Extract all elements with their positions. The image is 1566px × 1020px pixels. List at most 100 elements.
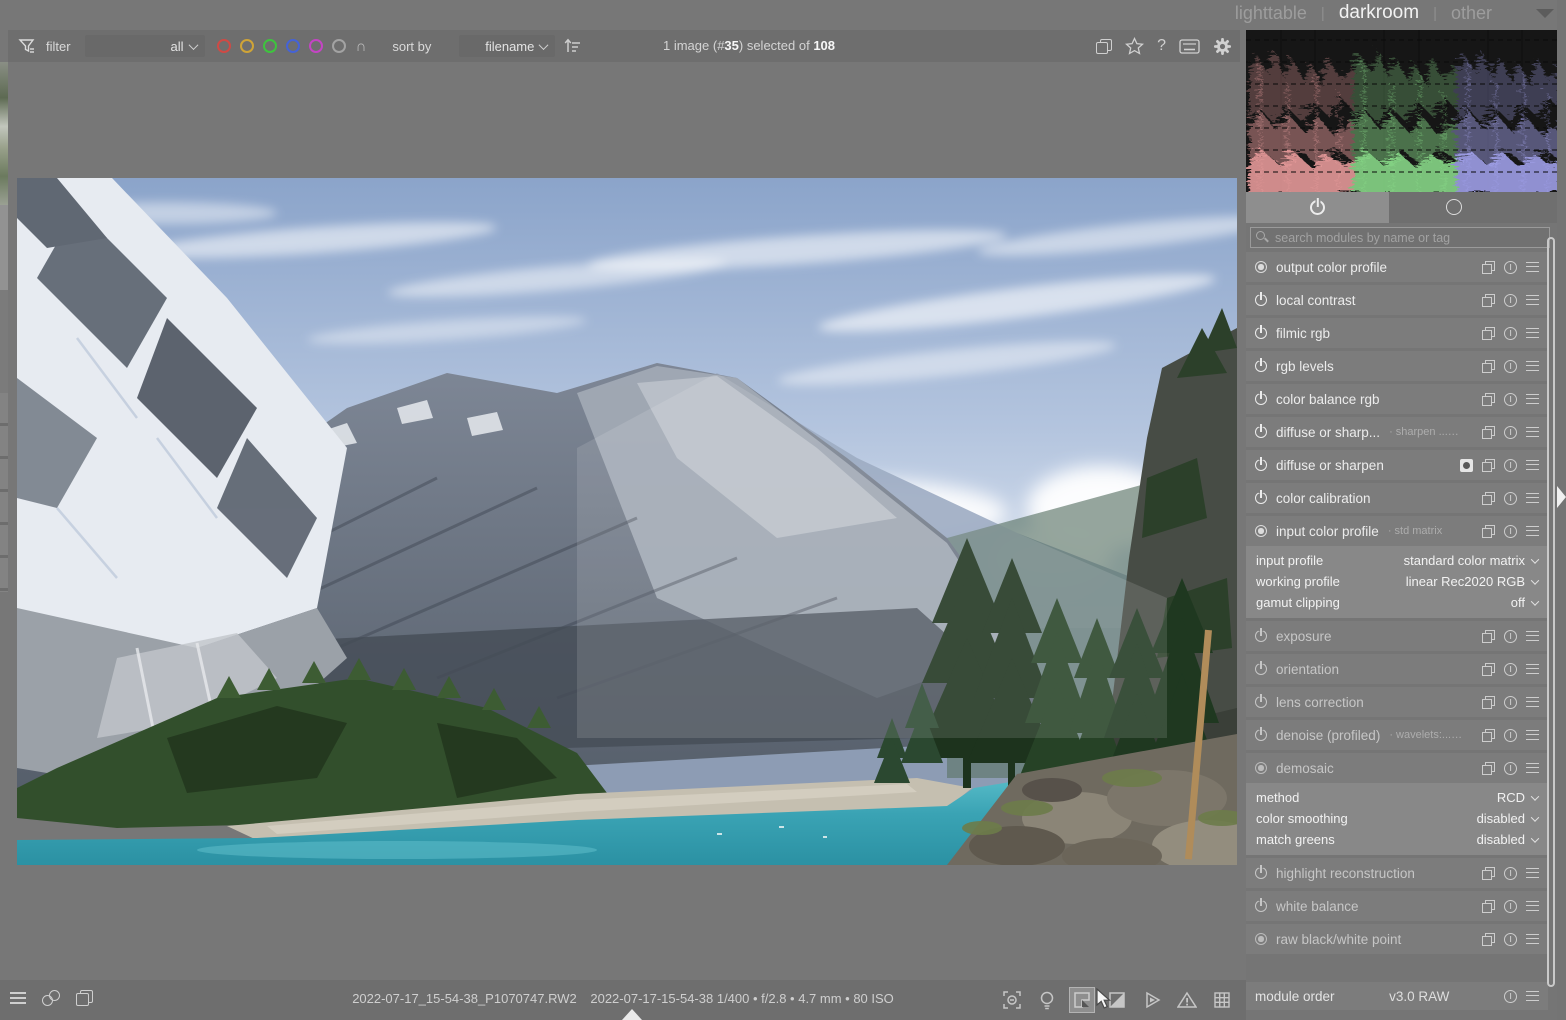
shortcuts-keyboard-icon[interactable] <box>1179 39 1200 54</box>
reset-icon[interactable] <box>1504 393 1517 406</box>
main-image[interactable] <box>17 178 1237 865</box>
always-on-icon[interactable] <box>1255 525 1267 537</box>
presets-menu-icon[interactable] <box>1526 934 1539 944</box>
presets-menu-icon[interactable] <box>1526 730 1539 740</box>
reset-icon[interactable] <box>1504 294 1517 307</box>
color-label-circle[interactable] <box>217 39 231 53</box>
guides-icon[interactable] <box>1210 988 1234 1012</box>
grouping-icon[interactable] <box>1096 39 1112 54</box>
softproof-icon[interactable] <box>1140 988 1164 1012</box>
reset-icon[interactable] <box>1504 360 1517 373</box>
param-value[interactable]: standard color matrix <box>1404 553 1525 568</box>
tab-lighttable[interactable]: lighttable <box>1235 3 1307 24</box>
multi-instance-icon[interactable] <box>1482 327 1495 340</box>
power-icon[interactable] <box>1255 360 1267 372</box>
reset-icon[interactable] <box>1504 426 1517 439</box>
param-row[interactable]: method RCD <box>1246 787 1548 808</box>
module-order-row[interactable]: module order v3.0 RAW <box>1246 982 1548 1010</box>
power-icon[interactable] <box>1255 663 1267 675</box>
power-icon[interactable] <box>1255 630 1267 642</box>
param-row[interactable]: match greens disabled <box>1246 829 1548 850</box>
param-row[interactable]: color smoothing disabled <box>1246 808 1548 829</box>
presets-menu-icon[interactable] <box>1526 901 1539 911</box>
power-icon[interactable] <box>1255 900 1267 912</box>
presets-menu-icon[interactable] <box>1526 328 1539 338</box>
tab-darkroom[interactable]: darkroom <box>1339 2 1419 24</box>
panel-collapse-arrow[interactable] <box>1557 486 1566 508</box>
module-row[interactable]: diffuse or sharp... · sharpen ...g: AA f… <box>1246 417 1548 447</box>
presets-menu-icon[interactable] <box>1526 493 1539 503</box>
module-row[interactable]: exposure <box>1246 621 1548 651</box>
multi-instance-icon[interactable] <box>1482 426 1495 439</box>
help-icon[interactable]: ? <box>1157 37 1166 55</box>
param-value[interactable]: disabled <box>1477 811 1525 826</box>
filter-range-select[interactable]: all <box>85 35 205 57</box>
module-row[interactable]: local contrast <box>1246 285 1548 315</box>
histogram-mode-button[interactable] <box>1446 199 1462 215</box>
module-row[interactable]: filmic rgb <box>1246 318 1548 348</box>
presets-menu-icon[interactable] <box>1526 868 1539 878</box>
module-row[interactable]: white balance <box>1246 891 1548 921</box>
reset-icon[interactable] <box>1504 900 1517 913</box>
presets-menu-icon[interactable] <box>1526 664 1539 674</box>
reset-icon[interactable] <box>1504 525 1517 538</box>
power-icon[interactable] <box>1255 294 1267 306</box>
module-row[interactable]: raw black/white point <box>1246 924 1548 954</box>
multi-instance-icon[interactable] <box>1482 933 1495 946</box>
reset-icon[interactable] <box>1504 990 1517 1003</box>
color-label-circle[interactable] <box>309 39 323 53</box>
histogram-waveform[interactable] <box>1246 30 1557 192</box>
multi-instance-icon[interactable] <box>1482 867 1495 880</box>
presets-menu-icon[interactable] <box>1526 991 1539 1001</box>
module-row[interactable]: input color profile · std matrix <box>1246 516 1548 546</box>
presets-menu-icon[interactable] <box>1526 460 1539 470</box>
color-label-circle[interactable] <box>240 39 254 53</box>
power-icon[interactable] <box>1255 327 1267 339</box>
preferences-gear-icon[interactable] <box>1213 37 1232 56</box>
power-icon[interactable] <box>1255 492 1267 504</box>
pointer-mode-icon[interactable] <box>1070 988 1094 1012</box>
multi-instance-icon[interactable] <box>1482 900 1495 913</box>
module-row[interactable]: orientation <box>1246 654 1548 684</box>
module-row[interactable]: color calibration <box>1246 483 1548 513</box>
multi-instance-icon[interactable] <box>1482 294 1495 307</box>
reset-icon[interactable] <box>1504 867 1517 880</box>
multi-instance-icon[interactable] <box>1482 459 1495 472</box>
color-label-circle[interactable] <box>263 39 277 53</box>
always-on-icon[interactable] <box>1255 261 1267 273</box>
multi-instance-icon[interactable] <box>1482 525 1495 538</box>
module-row[interactable]: lens correction <box>1246 687 1548 717</box>
multi-instance-icon[interactable] <box>1482 393 1495 406</box>
presets-menu-icon[interactable] <box>1526 526 1539 536</box>
multi-instance-icon[interactable] <box>1482 696 1495 709</box>
presets-menu-icon[interactable] <box>1526 361 1539 371</box>
sort-field-select[interactable]: filename <box>459 35 555 57</box>
reset-icon[interactable] <box>1504 492 1517 505</box>
views-chevron-icon[interactable] <box>1536 9 1554 18</box>
module-search-input[interactable] <box>1250 227 1550 248</box>
multi-instance-icon[interactable] <box>1482 492 1495 505</box>
focus-peaking-icon[interactable] <box>1000 988 1024 1012</box>
filmstrip-expand-arrow[interactable] <box>622 1009 642 1020</box>
presets-menu-icon[interactable] <box>1526 631 1539 641</box>
raw-overexposure-icon[interactable] <box>1175 988 1199 1012</box>
param-value[interactable]: linear Rec2020 RGB <box>1406 574 1525 589</box>
module-row[interactable]: rgb levels <box>1246 351 1548 381</box>
color-intersection-toggle[interactable]: ∩ <box>356 38 367 55</box>
multi-instance-icon[interactable] <box>1482 762 1495 775</box>
always-on-icon[interactable] <box>1255 933 1267 945</box>
module-row[interactable]: output color profile <box>1246 252 1548 282</box>
power-icon[interactable] <box>1255 696 1267 708</box>
left-panel-sliver[interactable] <box>0 62 8 980</box>
multi-instance-icon[interactable] <box>1482 663 1495 676</box>
param-row[interactable]: working profile linear Rec2020 RGB <box>1246 571 1548 592</box>
tab-other[interactable]: other <box>1451 3 1492 24</box>
reset-icon[interactable] <box>1504 630 1517 643</box>
power-icon[interactable] <box>1255 426 1267 438</box>
multi-instance-icon[interactable] <box>1482 729 1495 742</box>
param-value[interactable]: off <box>1511 595 1525 610</box>
module-row[interactable]: demosaic <box>1246 753 1548 783</box>
color-label-circle[interactable] <box>286 39 300 53</box>
always-on-icon[interactable] <box>1255 762 1267 774</box>
histogram-enable-button[interactable] <box>1246 192 1389 223</box>
